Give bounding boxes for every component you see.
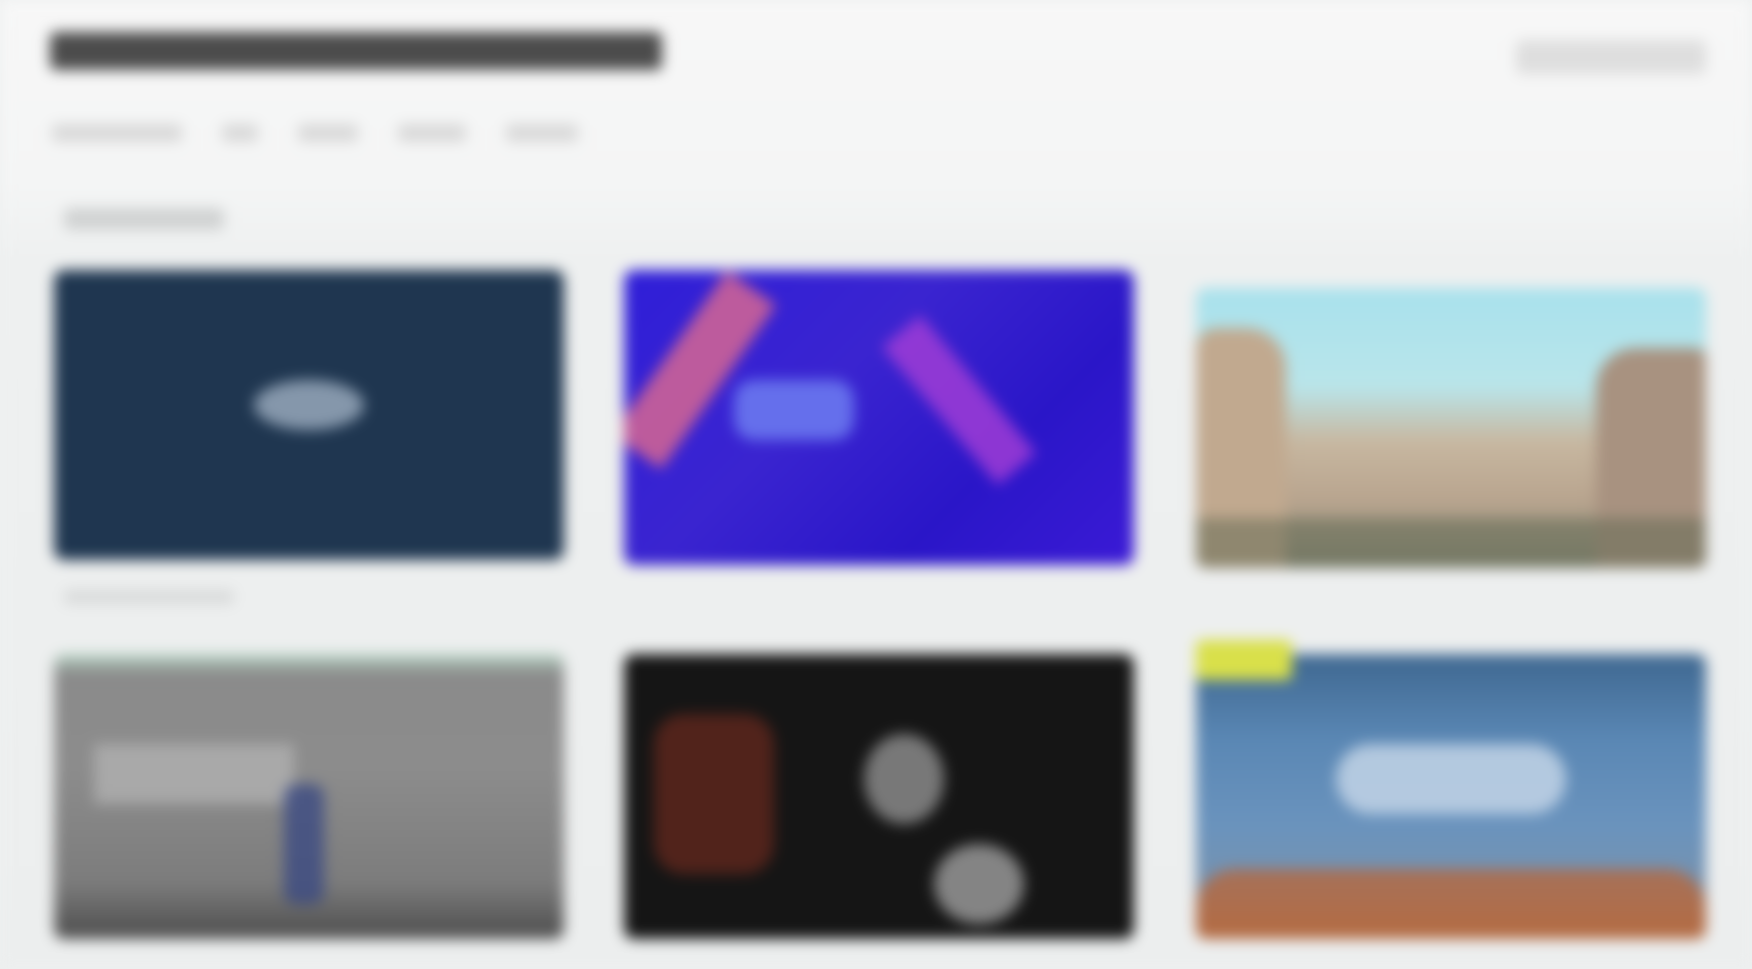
gallery-card[interactable] (1196, 654, 1706, 939)
page-title (50, 32, 662, 70)
gallery-card[interactable] (624, 270, 1134, 565)
card-caption (64, 590, 234, 604)
tab-3[interactable] (298, 124, 358, 142)
header-action-button[interactable] (1516, 40, 1706, 74)
page (0, 0, 1752, 969)
status-badge (1196, 640, 1292, 680)
gallery-card[interactable] (624, 654, 1134, 939)
gallery-card[interactable] (54, 654, 564, 939)
tab-4[interactable] (398, 124, 466, 142)
tab-1[interactable] (52, 124, 182, 142)
gallery-card[interactable] (1196, 288, 1706, 568)
logo-icon (254, 380, 364, 430)
tab-2[interactable] (222, 124, 258, 142)
section-heading (64, 208, 224, 230)
tab-bar (52, 124, 578, 142)
gallery-card[interactable] (54, 270, 564, 560)
tab-5[interactable] (506, 124, 578, 142)
